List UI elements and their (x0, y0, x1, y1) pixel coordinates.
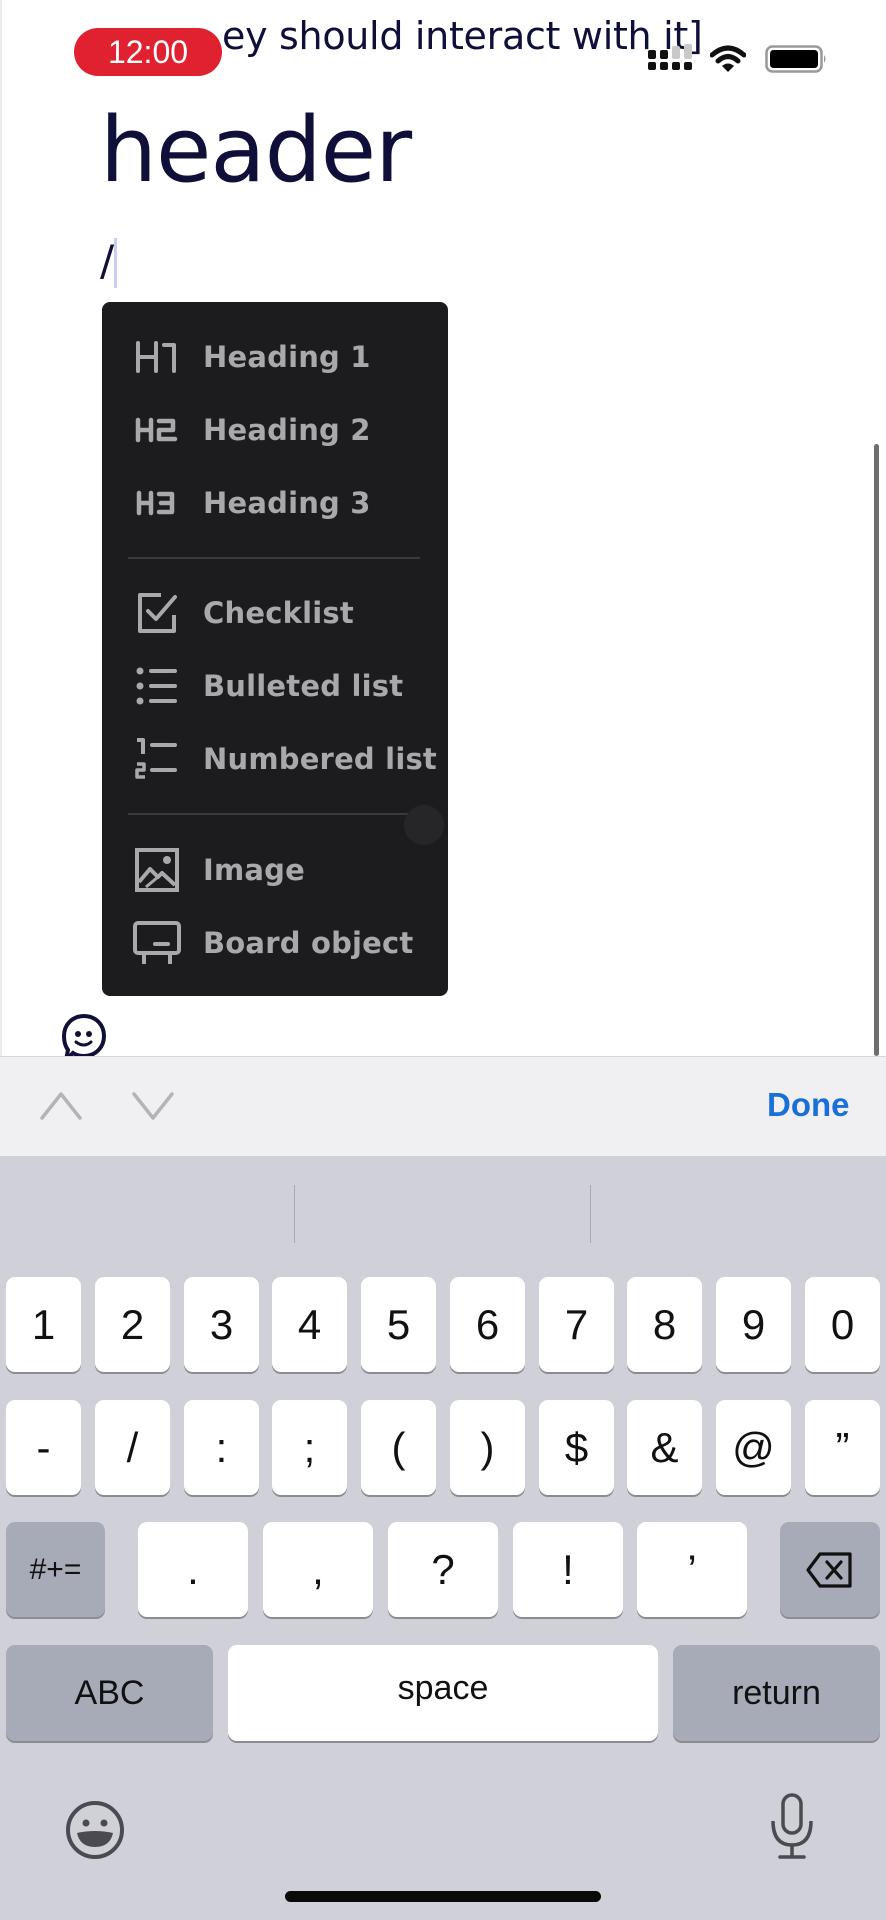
key[interactable]: , (263, 1522, 373, 1617)
key[interactable]: $ (539, 1400, 614, 1495)
key[interactable]: 7 (539, 1277, 614, 1372)
key[interactable]: 1 (6, 1277, 81, 1372)
battery-icon (765, 45, 826, 73)
home-indicator[interactable] (285, 1891, 601, 1902)
key[interactable]: ! (513, 1522, 623, 1617)
menu-item-image[interactable]: Image (102, 835, 448, 905)
key[interactable]: : (184, 1400, 259, 1495)
key[interactable]: 0 (805, 1277, 880, 1372)
menu-item-heading-2[interactable]: Heading 2 (102, 395, 448, 465)
bulleted-list-icon (132, 664, 182, 708)
key[interactable]: 2 (95, 1277, 170, 1372)
key[interactable]: / (95, 1400, 170, 1495)
scrollbar[interactable] (874, 444, 879, 1056)
menu-divider (128, 557, 420, 559)
previous-line-text: ey should interact with it] (222, 14, 703, 58)
menu-item-heading-1[interactable]: Heading 1 (102, 322, 448, 392)
menu-divider (128, 813, 420, 815)
key[interactable]: 9 (716, 1277, 791, 1372)
slash-command-menu: Heading 1 Heading 2 Heading 3 Checklist … (102, 302, 448, 996)
status-time: 12:00 (74, 28, 222, 76)
chevron-up-icon[interactable] (38, 1088, 84, 1124)
suggestion-separator (294, 1185, 295, 1243)
current-line-text[interactable]: / (100, 240, 114, 282)
menu-item-numbered-list[interactable]: Numbered list (102, 724, 448, 794)
return-key[interactable]: return (673, 1645, 880, 1741)
key[interactable]: 5 (361, 1277, 436, 1372)
checklist-icon (132, 591, 182, 635)
key[interactable]: ’ (637, 1522, 747, 1617)
microphone-icon[interactable] (770, 1793, 814, 1861)
menu-item-label: Image (203, 853, 306, 887)
delete-key[interactable] (780, 1522, 880, 1617)
emoji-keyboard-icon[interactable] (64, 1799, 126, 1861)
menu-item-board-object[interactable]: Board object (102, 908, 448, 978)
menu-item-label: Bulleted list (203, 669, 404, 703)
menu-item-label: Board object (203, 926, 414, 960)
image-icon (132, 848, 182, 892)
key[interactable]: 6 (450, 1277, 525, 1372)
menu-item-label: Heading 3 (203, 486, 371, 520)
symbols-shift-key[interactable]: #+= (6, 1522, 105, 1617)
text-caret (114, 238, 117, 288)
board-object-icon (132, 921, 182, 965)
delete-backspace-icon (806, 1551, 852, 1588)
heading-3-icon (132, 481, 182, 525)
chevron-down-icon[interactable] (130, 1088, 176, 1124)
key[interactable]: 4 (272, 1277, 347, 1372)
key[interactable]: - (6, 1400, 81, 1495)
document-heading[interactable]: header (100, 106, 412, 196)
abc-key[interactable]: ABC (6, 1645, 213, 1741)
key[interactable]: 3 (184, 1277, 259, 1372)
menu-item-heading-3[interactable]: Heading 3 (102, 468, 448, 538)
key[interactable]: ? (388, 1522, 498, 1617)
menu-item-bulleted-list[interactable]: Bulleted list (102, 651, 448, 721)
menu-item-checklist[interactable]: Checklist (102, 578, 448, 648)
menu-item-label: Heading 2 (203, 413, 371, 447)
key[interactable]: . (138, 1522, 248, 1617)
cellular-signal-icon (648, 44, 692, 70)
page-border (0, 0, 2, 1056)
key[interactable]: ” (805, 1400, 880, 1495)
done-button[interactable]: Done (767, 1086, 850, 1124)
touch-indicator (404, 805, 444, 845)
key[interactable]: ; (272, 1400, 347, 1495)
numbered-list-icon (132, 737, 182, 781)
space-key[interactable]: space (228, 1645, 658, 1741)
wifi-icon (710, 45, 746, 72)
key[interactable]: 8 (627, 1277, 702, 1372)
menu-item-label: Heading 1 (203, 340, 371, 374)
heading-1-icon (132, 335, 182, 379)
key[interactable]: @ (716, 1400, 791, 1495)
menu-item-label: Numbered list (203, 742, 437, 776)
key[interactable]: ) (450, 1400, 525, 1495)
menu-item-label: Checklist (203, 596, 354, 630)
key[interactable]: ( (361, 1400, 436, 1495)
key[interactable]: & (627, 1400, 702, 1495)
heading-2-icon (132, 408, 182, 452)
suggestion-separator (590, 1185, 591, 1243)
reaction-bubble-icon[interactable] (58, 1012, 110, 1056)
